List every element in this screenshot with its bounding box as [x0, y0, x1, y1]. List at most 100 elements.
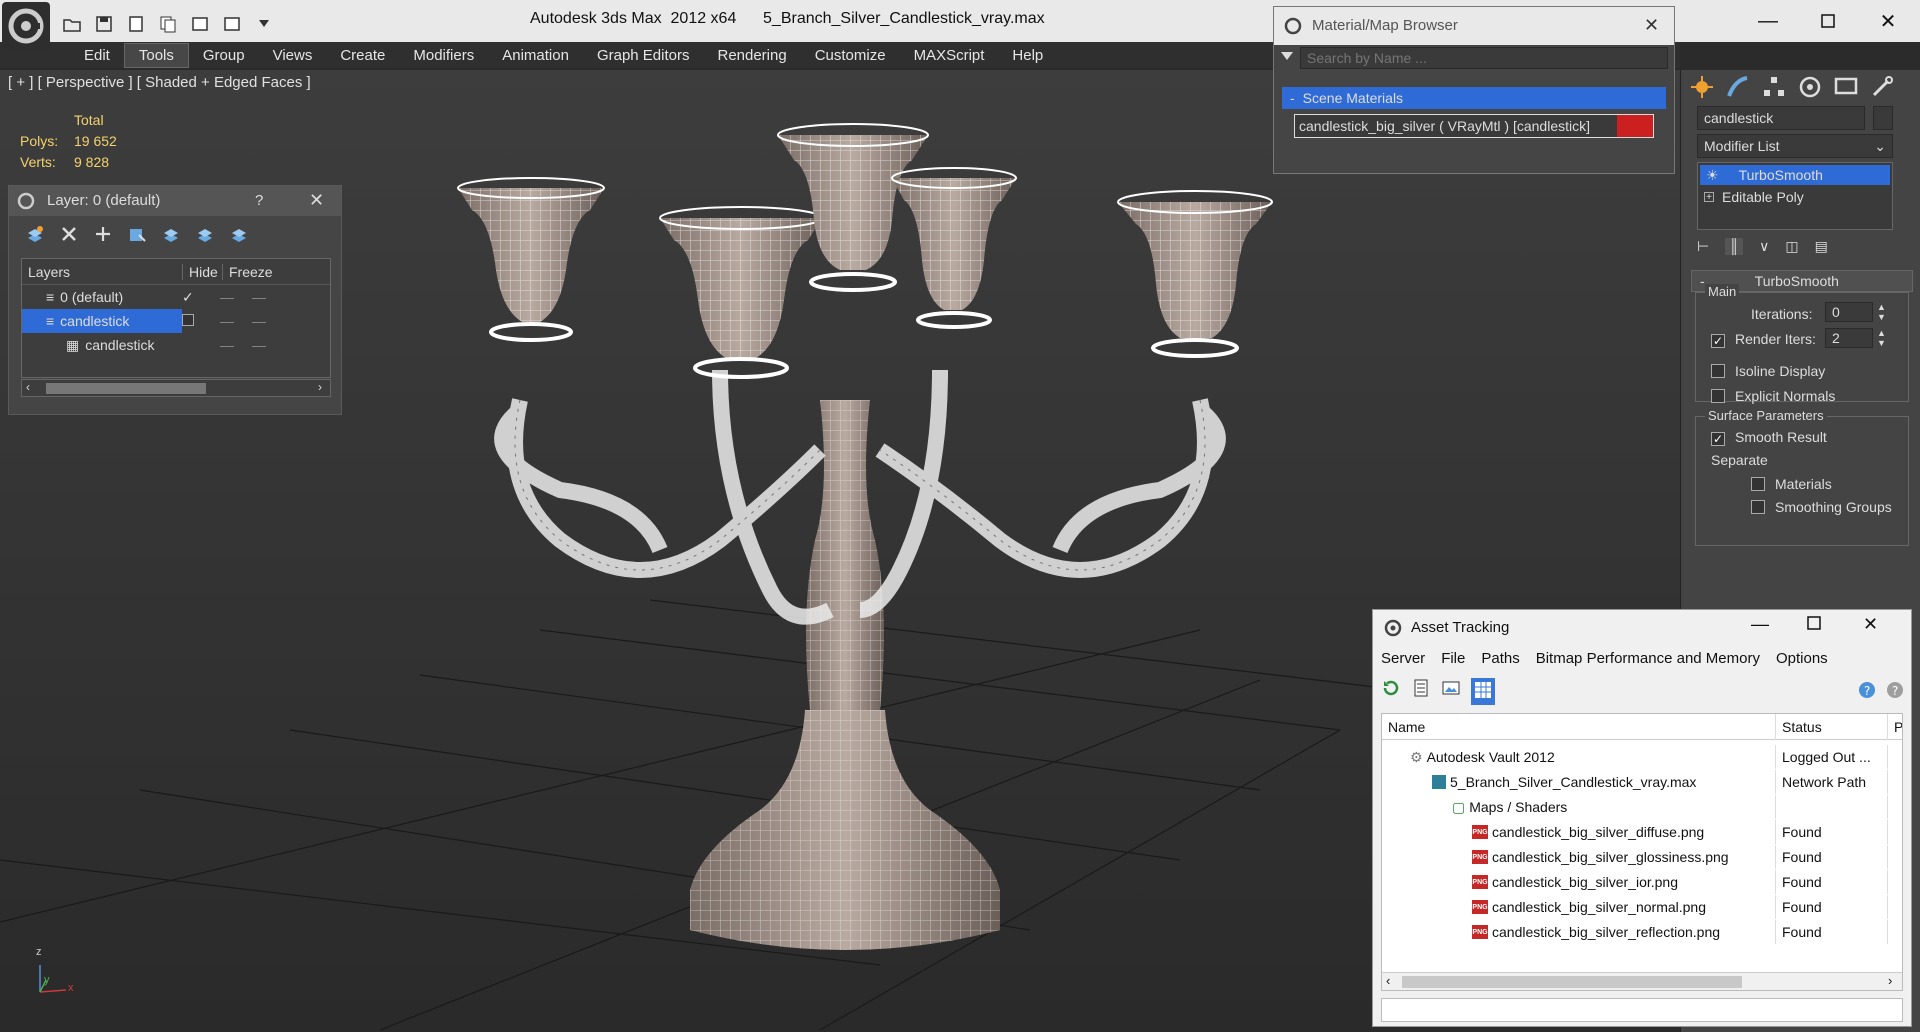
menu-graph-editors[interactable]: Graph Editors: [583, 44, 704, 67]
menu-file[interactable]: File: [1441, 650, 1465, 667]
highlight-layer-icon[interactable]: [161, 224, 181, 247]
render-iters-spinner-icon[interactable]: ▲ ▼: [1877, 328, 1886, 348]
collapse-toggle[interactable]: -: [1290, 90, 1295, 106]
close-icon[interactable]: ✕: [309, 190, 324, 211]
layer-scrollbar[interactable]: ‹ ›: [21, 379, 331, 397]
select-objects-icon[interactable]: [127, 224, 147, 247]
menu-views[interactable]: Views: [259, 44, 327, 67]
add-to-layer-icon[interactable]: [93, 224, 113, 247]
object-name-input[interactable]: [1697, 106, 1865, 130]
minimize-icon[interactable]: —: [1745, 6, 1791, 36]
hide-toggle[interactable]: —: [202, 313, 252, 329]
menu-help[interactable]: Help: [998, 44, 1057, 67]
menu-bitmap-performance[interactable]: Bitmap Performance and Memory: [1536, 650, 1760, 667]
scroll-right-icon[interactable]: ›: [318, 380, 322, 394]
remove-modifier-icon[interactable]: ◫: [1785, 238, 1798, 255]
hide-toggle[interactable]: —: [202, 289, 252, 305]
column-status[interactable]: Status: [1776, 714, 1888, 740]
close-icon[interactable]: ✕: [1865, 6, 1911, 36]
iterations-input[interactable]: [1825, 302, 1873, 322]
column-p[interactable]: P: [1888, 719, 1902, 735]
close-icon[interactable]: ✕: [1644, 15, 1659, 36]
delete-layer-icon[interactable]: [59, 224, 79, 247]
expand-plus-icon[interactable]: +: [1704, 192, 1714, 203]
table-view-icon[interactable]: [1471, 678, 1495, 705]
configure-sets-icon[interactable]: ▤: [1815, 238, 1828, 255]
asset-row[interactable]: ⚙ Autodesk Vault 2012 Logged Out ...: [1382, 745, 1902, 769]
create-layer-icon[interactable]: [25, 224, 45, 247]
help-button[interactable]: ?: [255, 192, 263, 209]
open-file-icon[interactable]: [58, 11, 86, 37]
minimize-icon[interactable]: —: [1751, 614, 1769, 635]
hold-icon[interactable]: [154, 11, 182, 37]
display-tab-icon[interactable]: [1833, 74, 1859, 103]
freeze-toggle[interactable]: —: [252, 313, 292, 329]
materials-checkbox[interactable]: [1751, 477, 1765, 494]
rollout-toggle[interactable]: -: [1692, 273, 1705, 289]
motion-tab-icon[interactable]: [1797, 74, 1823, 103]
render-iters-checkbox[interactable]: ✓: [1711, 332, 1725, 348]
make-unique-icon[interactable]: ∨: [1759, 238, 1769, 255]
current-layer-check-icon[interactable]: ✓: [182, 289, 202, 306]
save-icon[interactable]: [90, 11, 118, 37]
help-icon[interactable]: ?: [1857, 680, 1877, 703]
undo-icon[interactable]: [186, 11, 214, 37]
list-view-icon[interactable]: [1411, 678, 1431, 705]
iterations-spinner-icon[interactable]: ▲ ▼: [1877, 302, 1886, 322]
menu-animation[interactable]: Animation: [488, 44, 583, 67]
column-name[interactable]: Name: [1382, 714, 1776, 740]
layer-row[interactable]: ≡ candlestick — —: [22, 309, 330, 333]
utilities-tab-icon[interactable]: [1869, 74, 1895, 103]
asset-row[interactable]: PNG candlestick_big_silver_ior.png Found: [1382, 870, 1902, 894]
hide-all-layers-icon[interactable]: [195, 224, 215, 247]
scroll-thumb[interactable]: [1402, 976, 1742, 988]
scroll-thumb[interactable]: [46, 383, 206, 394]
menu-maxscript[interactable]: MAXScript: [900, 44, 999, 67]
options-menu-icon[interactable]: [1280, 49, 1294, 66]
asset-row[interactable]: PNG candlestick_big_silver_diffuse.png Fo…: [1382, 820, 1902, 844]
freeze-toggle[interactable]: —: [252, 337, 292, 353]
freeze-all-layers-icon[interactable]: [229, 224, 249, 247]
viewport-label[interactable]: [ + ] [ Perspective ] [ Shaded + Edged F…: [8, 74, 311, 91]
current-layer-box[interactable]: [182, 313, 202, 329]
smooth-result-checkbox[interactable]: ✓: [1711, 430, 1725, 446]
menu-options[interactable]: Options: [1776, 650, 1828, 667]
menu-modifiers[interactable]: Modifiers: [399, 44, 488, 67]
explicit-normals-checkbox[interactable]: [1711, 389, 1725, 406]
new-scene-icon[interactable]: [122, 11, 150, 37]
freeze-toggle[interactable]: —: [252, 289, 292, 305]
column-layers[interactable]: Layers: [22, 264, 182, 280]
show-end-result-icon[interactable]: ║: [1725, 238, 1744, 255]
context-help-icon[interactable]: ?: [1885, 680, 1905, 703]
menu-group[interactable]: Group: [189, 44, 259, 67]
object-color-swatch[interactable]: [1873, 106, 1893, 130]
menu-tools[interactable]: Tools: [123, 42, 189, 68]
menu-create[interactable]: Create: [326, 44, 399, 67]
refresh-icon[interactable]: [1381, 678, 1401, 705]
app-logo-icon[interactable]: [2, 2, 50, 50]
render-iters-input[interactable]: [1825, 328, 1873, 348]
modify-tab-icon[interactable]: [1725, 74, 1751, 103]
stack-item-turbosmooth[interactable]: ☀ TurboSmooth: [1700, 165, 1890, 185]
maximize-icon[interactable]: [1805, 6, 1851, 36]
menu-customize[interactable]: Customize: [801, 44, 900, 67]
scroll-left-icon[interactable]: ‹: [1386, 973, 1390, 988]
redo-icon[interactable]: [218, 11, 246, 37]
layer-row[interactable]: ≡ 0 (default) ✓ — —: [22, 285, 330, 309]
asset-path-field[interactable]: [1381, 998, 1903, 1022]
asset-row[interactable]: ▢ Maps / Shaders: [1382, 795, 1902, 819]
create-tab-icon[interactable]: [1689, 74, 1715, 103]
close-icon[interactable]: ✕: [1863, 614, 1878, 635]
stack-item-editable-poly[interactable]: + Editable Poly: [1698, 187, 1892, 207]
asset-row[interactable]: PNG candlestick_big_silver_glossiness.png…: [1382, 845, 1902, 869]
qat-dropdown-icon[interactable]: [250, 11, 278, 37]
menu-rendering[interactable]: Rendering: [703, 44, 800, 67]
thumbnail-view-icon[interactable]: [1441, 678, 1461, 705]
modifier-list-dropdown[interactable]: Modifier List ⌄: [1697, 134, 1893, 158]
column-freeze[interactable]: Freeze: [222, 263, 274, 280]
asset-horizontal-scrollbar[interactable]: ‹ ›: [1382, 972, 1902, 990]
pin-stack-icon[interactable]: ⊢: [1697, 238, 1709, 255]
layer-object-row[interactable]: ▦ candlestick — —: [22, 333, 330, 357]
maximize-icon[interactable]: [1807, 616, 1821, 633]
menu-paths[interactable]: Paths: [1481, 650, 1519, 667]
